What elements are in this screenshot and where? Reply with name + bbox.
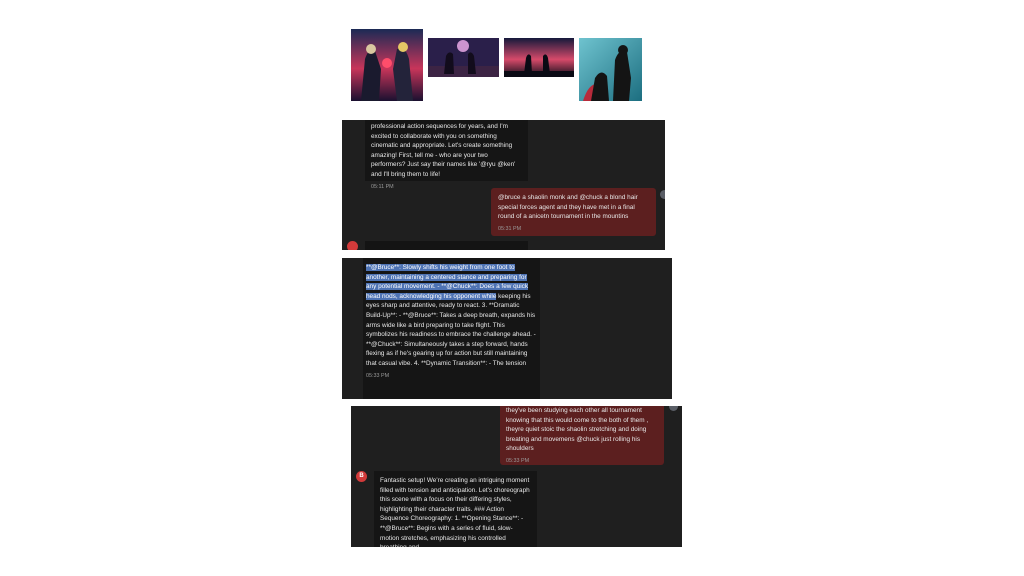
bot-message-bubble-choreography: **@Bruce**: Slowly shifts his weight fro… <box>363 258 540 399</box>
unselected-text: keeping his eyes sharp and attentive, re… <box>366 292 536 367</box>
fighters-spotlight-image <box>428 38 499 77</box>
bot-message-time: 05:33 PM <box>366 372 390 379</box>
bot-avatar: B <box>356 471 367 482</box>
bot-message-bubble: Fantastic setup! We're creating an intri… <box>374 471 537 547</box>
user-message-text: they've been studying each other all tou… <box>506 407 649 453</box>
user-message-bubble: @bruce a shaolin monk and @chuck a blond… <box>491 188 656 236</box>
thumbnail-fighters-face-off[interactable] <box>351 29 423 101</box>
choreography-text: **@Bruce**: Slowly shifts his weight fro… <box>366 263 537 369</box>
chat-panel-3: they've been studying each other all tou… <box>351 406 682 547</box>
user-avatar-dot <box>669 406 678 411</box>
thumbnail-silhouettes-sunset[interactable] <box>504 38 574 77</box>
fighters-face-off-image <box>351 29 423 101</box>
user-message-text: @bruce a shaolin monk and @chuck a blond… <box>498 194 638 221</box>
thumbnail-fighters-spotlight[interactable] <box>428 38 499 77</box>
user-message-time: 05:33 PM <box>506 457 530 464</box>
bot-message-text: Fantastic setup! We're creating an intri… <box>380 477 530 547</box>
user-message-time: 05:31 PM <box>498 225 522 232</box>
user-avatar-dot <box>660 190 665 199</box>
bot-message-bubble: professional action sequences for years,… <box>365 120 528 190</box>
thumbnail-fighters-teal[interactable] <box>579 38 642 101</box>
fighters-teal-image <box>579 38 642 101</box>
chat-panel-1: professional action sequences for years,… <box>342 120 665 250</box>
chat-panel-2: **@Bruce**: Slowly shifts his weight fro… <box>342 258 672 399</box>
next-bot-bubble-edge <box>365 241 528 250</box>
user-message-bubble: they've been studying each other all tou… <box>500 406 664 465</box>
silhouettes-sunset-image <box>504 38 574 77</box>
bot-message-text: professional action sequences for years,… <box>371 123 516 178</box>
bot-avatar <box>347 241 358 250</box>
